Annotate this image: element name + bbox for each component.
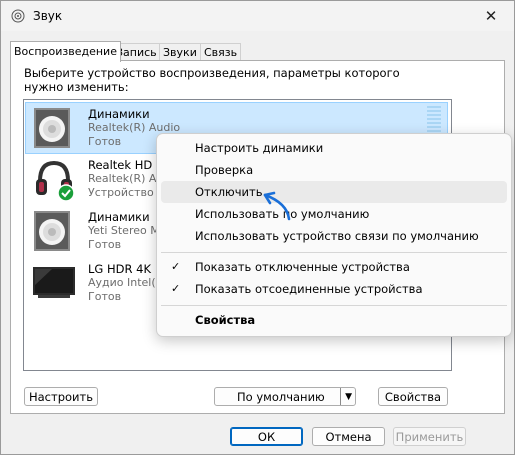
monitor-icon (33, 267, 75, 298)
tab-sounds[interactable]: Звуки (159, 43, 201, 61)
menu-item-label: Использовать устройство связи по умолчан… (195, 229, 479, 243)
dropdown-arrow-icon[interactable]: ▼ (345, 388, 352, 406)
menu-item-set-default[interactable]: Использовать по умолчанию (161, 203, 507, 225)
menu-item-disable[interactable]: Отключить (161, 181, 507, 203)
menu-item-label: Настроить динамики (195, 141, 324, 155)
device-driver: Yeti Stereo M (88, 224, 160, 237)
device-status: Готов (88, 290, 122, 303)
menu-item-label: Показать отсоединенные устройства (195, 282, 423, 296)
close-icon: ✕ (484, 7, 498, 25)
split-divider (340, 388, 341, 405)
sound-icon (11, 9, 25, 23)
menu-item-show-disconnected[interactable]: ✓ Показать отсоединенные устройства (161, 278, 507, 300)
set-default-label: По умолчанию (237, 390, 325, 404)
menu-separator (161, 252, 507, 253)
cancel-button-label: Отмена (325, 430, 372, 444)
tab-playback[interactable]: Воспроизведение (10, 41, 121, 62)
checkmark-icon: ✓ (171, 282, 181, 295)
window-title: Звук (33, 9, 63, 23)
menu-item-label: Показать отключенные устройства (195, 260, 410, 274)
speaker-icon (34, 211, 70, 251)
configure-button-label: Настроить (28, 390, 93, 404)
menu-item-show-disabled[interactable]: ✓ Показать отключенные устройства (161, 256, 507, 278)
speaker-icon (34, 108, 70, 148)
set-default-button[interactable]: По умолчанию ▼ (214, 387, 356, 406)
device-status: Устройство п (88, 186, 165, 199)
menu-separator (161, 305, 507, 306)
close-button[interactable]: ✕ (476, 5, 506, 27)
menu-item-configure-speakers[interactable]: Настроить динамики (161, 137, 507, 159)
default-check-badge (57, 184, 75, 201)
ok-button[interactable]: ОК (230, 427, 303, 446)
ok-button-label: ОК (257, 430, 276, 444)
device-name: LG HDR 4K (88, 262, 151, 276)
menu-item-label: Свойства (195, 313, 256, 327)
menu-item-set-default-communication[interactable]: Использовать устройство связи по умолчан… (161, 225, 507, 247)
headphones-icon (36, 160, 75, 201)
checkmark-icon: ✓ (171, 260, 181, 273)
configure-button[interactable]: Настроить (24, 387, 98, 406)
panel-description: Выберите устройство воспроизведения, пар… (24, 66, 400, 94)
device-name: Динамики (88, 210, 150, 224)
menu-item-test[interactable]: Проверка (161, 159, 507, 181)
device-driver: Аудио Intel(R (88, 276, 164, 289)
cancel-button[interactable]: Отмена (312, 427, 385, 446)
device-context-menu: Настроить динамики Проверка Отключить Ис… (156, 133, 512, 337)
device-status: Готов (88, 238, 122, 251)
properties-button-label: Свойства (384, 390, 442, 404)
menu-item-label: Отключить (195, 185, 263, 199)
annotation-arrow-icon (263, 191, 291, 221)
device-name: Динамики (88, 107, 150, 121)
device-name: Realtek HD A (88, 158, 164, 172)
apply-button[interactable]: Применить (393, 427, 466, 446)
tab-communications[interactable]: Связь (200, 43, 242, 61)
title-bar: Звук ✕ (1, 1, 514, 31)
properties-button[interactable]: Свойства (378, 387, 448, 406)
menu-item-label: Проверка (195, 163, 254, 177)
menu-item-properties[interactable]: Свойства (161, 309, 507, 331)
device-status: Готов (88, 135, 122, 148)
apply-button-label: Применить (395, 430, 464, 444)
